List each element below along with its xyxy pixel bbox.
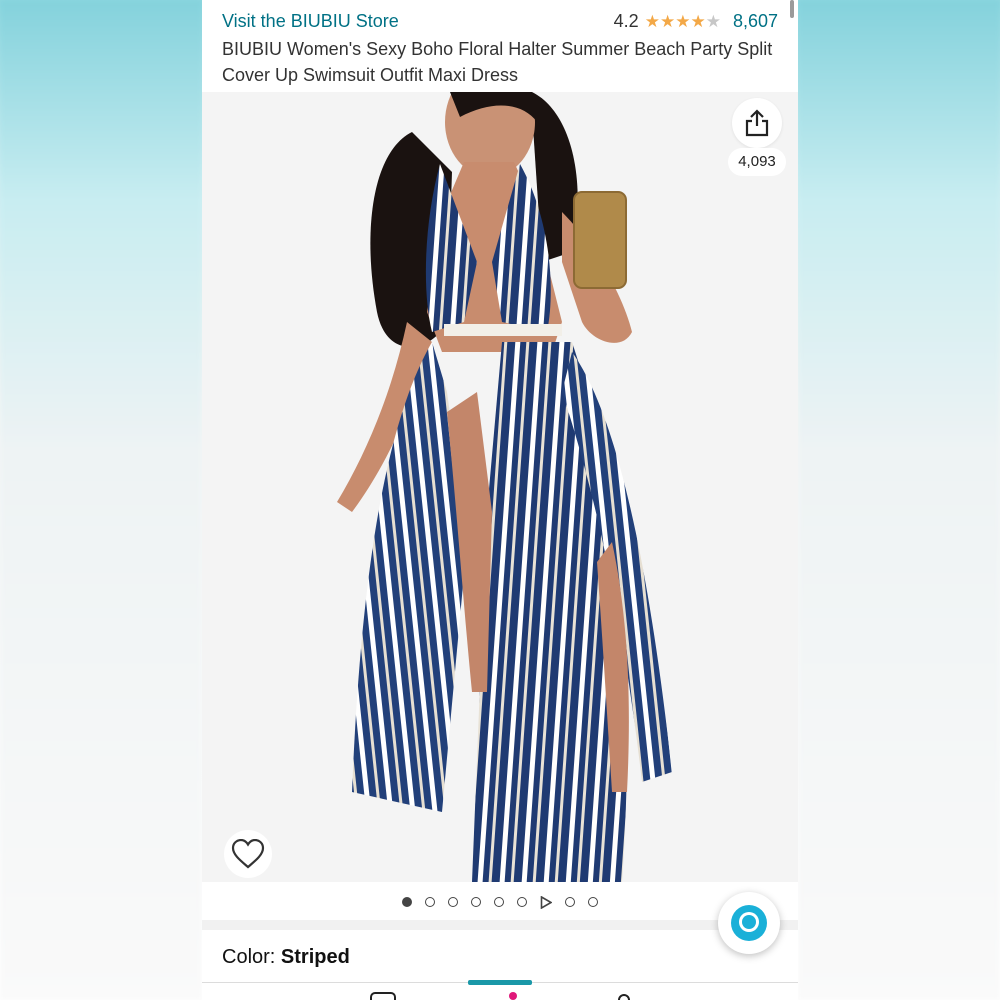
rating-summary[interactable]: 4.2 ★ ★ ★ ★ ★ 8,607 xyxy=(614,11,778,32)
share-button[interactable] xyxy=(732,98,782,148)
star-rating: ★ ★ ★ ★ ★ xyxy=(645,12,721,32)
background-right xyxy=(798,0,1000,1000)
scroll-indicator xyxy=(790,0,794,18)
star-empty-icon: ★ xyxy=(705,11,721,31)
account-icon[interactable] xyxy=(509,992,517,1000)
alexa-icon xyxy=(731,905,767,941)
star-filled-icon: ★ xyxy=(690,11,706,31)
color-selector-label: Color: Striped xyxy=(222,946,350,969)
color-label: Color: xyxy=(222,946,281,968)
product-photo xyxy=(202,92,798,882)
pagination-dot-active[interactable] xyxy=(402,897,412,907)
image-pagination xyxy=(202,884,798,920)
product-title: BIUBIU Women's Sexy Boho Floral Halter S… xyxy=(222,39,773,85)
star-filled-icon: ★ xyxy=(675,11,691,31)
pagination-dot[interactable] xyxy=(425,897,435,907)
ratings-count-link[interactable]: 8,607 xyxy=(733,11,778,32)
share-icon xyxy=(745,109,769,137)
alexa-button[interactable] xyxy=(718,892,780,954)
background-left xyxy=(0,0,202,1000)
pagination-dot[interactable] xyxy=(588,897,598,907)
share-count: 4,093 xyxy=(728,148,786,176)
product-page: Visit the BIUBIU Store 4.2 ★ ★ ★ ★ ★ 8,6… xyxy=(202,0,798,1000)
heart-icon xyxy=(231,839,265,869)
product-image-gallery[interactable]: 4,093 xyxy=(202,92,798,882)
star-filled-icon: ★ xyxy=(644,11,660,31)
wishlist-button[interactable] xyxy=(224,830,272,878)
pagination-dot[interactable] xyxy=(517,897,527,907)
video-play-icon[interactable] xyxy=(540,895,552,909)
bottom-tab-indicator xyxy=(468,980,532,985)
star-filled-icon: ★ xyxy=(659,11,676,31)
rating-value: 4.2 xyxy=(613,11,639,31)
pagination-dot[interactable] xyxy=(448,897,458,907)
pagination-dot[interactable] xyxy=(471,897,481,907)
cart-icon[interactable] xyxy=(618,994,630,1000)
pagination-dot[interactable] xyxy=(565,897,575,907)
pagination-dot[interactable] xyxy=(494,897,504,907)
section-divider xyxy=(202,920,798,930)
color-value: Striped xyxy=(280,946,350,968)
store-link[interactable]: Visit the BIUBIU Store xyxy=(222,11,399,32)
home-icon[interactable] xyxy=(370,992,396,1000)
product-header: Visit the BIUBIU Store 4.2 ★ ★ ★ ★ ★ 8,6… xyxy=(202,0,798,92)
